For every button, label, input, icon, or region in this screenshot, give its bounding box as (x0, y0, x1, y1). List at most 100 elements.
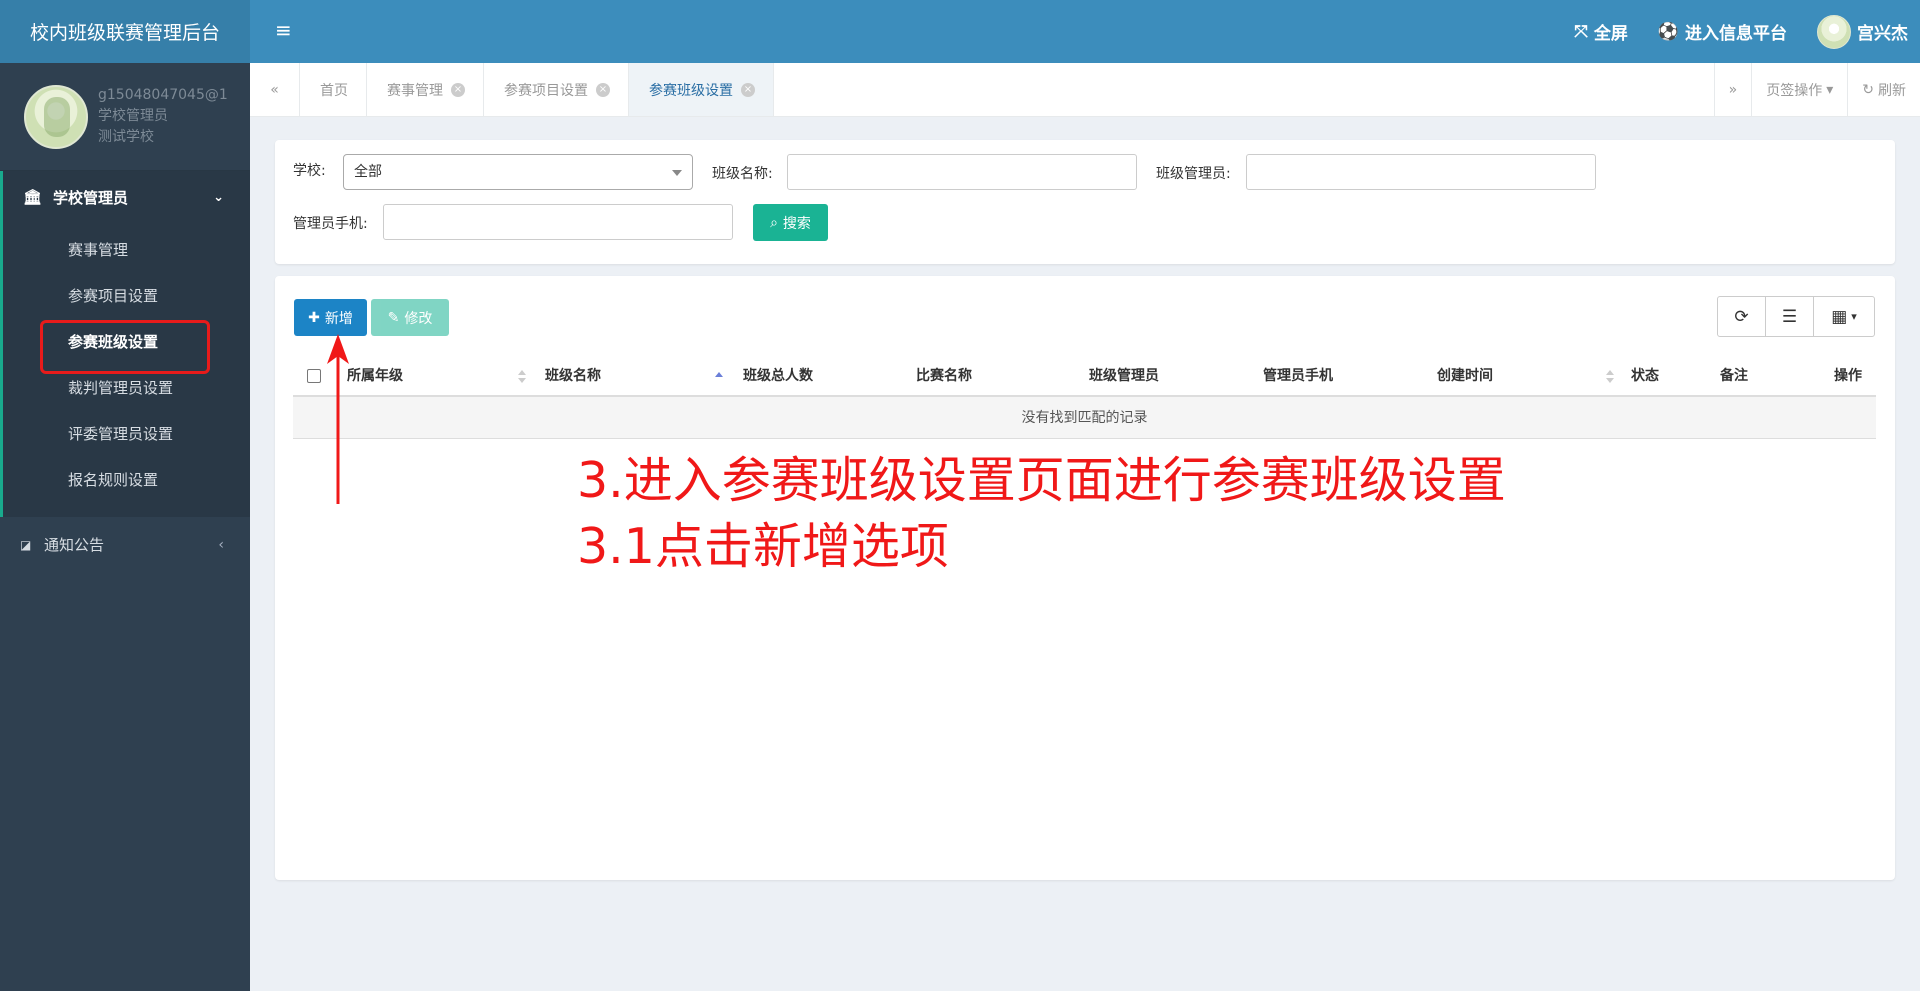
tab-scroll-left-button[interactable]: « (250, 63, 300, 116)
caret-down-icon: ▾ (1826, 81, 1834, 98)
tab-list: 首页 赛事管理 × 参赛项目设置 × 参赛班级设置 × (300, 63, 774, 116)
plus-icon: ✚ (308, 309, 320, 326)
platform-label: 进入信息平台 (1685, 24, 1787, 44)
share-icon: ◪ (20, 537, 32, 552)
bank-icon: 🏛 (23, 188, 43, 206)
menu-group-notices[interactable]: ◪ 通知公告 ‹ (0, 517, 250, 572)
fullscreen-button[interactable]: ⤧ 全屏 (1574, 19, 1628, 45)
annotation-text: 3.进入参赛班级设置页面进行参赛班级设置 3.1点击新增选项 (577, 448, 1506, 580)
search-icon: ⌕ (770, 214, 778, 231)
tab-bar: « 首页 赛事管理 × 参赛项目设置 × 参赛班级设置 × » 页签操作 ▾ ↻ 刷新 (250, 63, 1920, 117)
tab-actions: » 页签操作 ▾ ↻ 刷新 (1713, 63, 1920, 116)
menu-group-school-admin[interactable]: 🏛 学校管理员 ⌄ (0, 171, 250, 223)
soccer-icon: ⚽ (1657, 21, 1679, 42)
col-class-admin: 班级管理员 (1089, 368, 1159, 384)
edit-button-label: 修改 (404, 310, 433, 327)
caret-down-icon (672, 170, 682, 176)
platform-button[interactable]: ⚽ 进入信息平台 (1657, 19, 1787, 45)
sidebar-item-signup-rules[interactable]: 报名规则设置 (3, 457, 250, 503)
double-chevron-right-icon: » (1728, 81, 1738, 98)
menu-toggle-icon[interactable]: ≡ (275, 18, 292, 42)
annotation-line-1: 3.进入参赛班级设置页面进行参赛班级设置 (577, 452, 1506, 509)
annotation-arrow (327, 334, 349, 504)
sidebar: 校内班级联赛管理后台 g15048047045@1 学校管理员 测试学校 🏛 学… (0, 0, 250, 991)
close-icon[interactable]: × (451, 82, 465, 97)
refresh-tab-button[interactable]: ↻ 刷新 (1847, 63, 1920, 116)
sidebar-item-referee-settings[interactable]: 裁判管理员设置 (3, 365, 250, 411)
double-chevron-left-icon: « (270, 81, 279, 98)
tab-event-management[interactable]: 赛事管理 × (367, 63, 484, 116)
col-admin-phone: 管理员手机 (1263, 368, 1333, 384)
edit-button[interactable]: ✎ 修改 (371, 299, 449, 336)
tab-class-settings[interactable]: 参赛班级设置 × (629, 63, 774, 116)
refresh-icon: ↻ (1862, 81, 1874, 98)
admin-phone-label: 管理员手机: (293, 216, 368, 232)
sidebar-item-project-settings[interactable]: 参赛项目设置 (3, 273, 250, 319)
toggle-view-button[interactable]: ☰ (1765, 296, 1814, 337)
user-panel: g15048047045@1 学校管理员 测试学校 (0, 63, 250, 171)
expand-icon: ⤧ (1574, 21, 1588, 42)
tab-home[interactable]: 首页 (300, 63, 367, 116)
add-button[interactable]: ✚ 新增 (294, 299, 367, 336)
tab-ops-dropdown[interactable]: 页签操作 ▾ (1751, 63, 1847, 116)
add-button-label: 新增 (324, 310, 353, 327)
col-status: 状态 (1631, 368, 1659, 384)
school-label: 学校: (293, 163, 326, 179)
col-match-name: 比赛名称 (916, 368, 972, 384)
sort-icon[interactable] (1606, 370, 1614, 384)
sort-asc-icon[interactable] (715, 370, 723, 384)
user-info: g15048047045@1 学校管理员 测试学校 (98, 85, 233, 148)
top-header: ≡ ⤧ 全屏 ⚽ 进入信息平台 宫兴杰 (250, 0, 1920, 63)
brand-title: 校内班级联赛管理后台 (0, 0, 250, 63)
chevron-left-icon: ‹ (218, 536, 224, 553)
col-class-total: 班级总人数 (743, 368, 813, 384)
col-class-name[interactable]: 班级名称 (545, 356, 601, 397)
sidebar-item-event-management[interactable]: 赛事管理 (3, 227, 250, 273)
header-actions: ⤧ 全屏 ⚽ 进入信息平台 宫兴杰 (1574, 0, 1908, 63)
user-menu[interactable]: 宫兴杰 (1817, 14, 1908, 49)
table-header: 所属年级 班级名称 班级总人数 比赛名称 班级管理员 管理员手机 创建时间 状态… (293, 356, 1876, 397)
user-school: 测试学校 (98, 129, 154, 145)
empty-row: 没有找到匹配的记录 (293, 397, 1876, 439)
submenu: 赛事管理 参赛项目设置 参赛班级设置 裁判管理员设置 评委管理员设置 报名规则设… (0, 223, 250, 517)
sort-icon[interactable] (518, 370, 526, 384)
class-admin-label: 班级管理员: (1156, 166, 1231, 182)
refresh-label: 刷新 (1878, 82, 1906, 99)
tab-label: 首页 (320, 82, 348, 99)
close-icon[interactable]: × (596, 82, 610, 97)
table-toolbar: ⟳ ☰ ▦ ▾ (1717, 296, 1875, 337)
annotation-line-2: 3.1点击新增选项 (577, 518, 949, 575)
refresh-icon: ⟳ (1734, 306, 1749, 327)
chevron-down-icon: ⌄ (213, 189, 224, 205)
class-name-input[interactable] (787, 154, 1137, 190)
edit-icon: ✎ (387, 309, 400, 326)
close-icon[interactable]: × (741, 82, 755, 97)
refresh-table-button[interactable]: ⟳ (1717, 296, 1766, 337)
sidebar-item-judge-settings[interactable]: 评委管理员设置 (3, 411, 250, 457)
menu-group-label: 学校管理员 (53, 188, 129, 207)
avatar (1817, 14, 1851, 49)
school-select-value: 全部 (354, 164, 382, 180)
search-button-label: 搜索 (782, 215, 811, 232)
fullscreen-label: 全屏 (1593, 24, 1628, 44)
username: 宫兴杰 (1857, 24, 1908, 44)
sidebar-item-class-settings[interactable]: 参赛班级设置 (3, 319, 250, 374)
grid-icon: ▦ (1831, 306, 1848, 327)
user-role: 学校管理员 (98, 108, 168, 124)
col-actions: 操作 (1834, 368, 1862, 384)
tab-scroll-right-button[interactable]: » (1713, 63, 1752, 116)
sidebar-menu: 🏛 学校管理员 ⌄ 赛事管理 参赛项目设置 参赛班级设置 裁判管理员设置 评委管… (0, 171, 250, 572)
school-select[interactable]: 全部 (343, 154, 693, 190)
search-button[interactable]: ⌕ 搜索 (753, 204, 828, 241)
tab-project-settings[interactable]: 参赛项目设置 × (484, 63, 629, 116)
tab-label: 参赛项目设置 (504, 82, 588, 99)
col-remark: 备注 (1720, 368, 1748, 384)
columns-dropdown-button[interactable]: ▦ ▾ (1813, 296, 1875, 337)
admin-phone-input[interactable] (383, 204, 733, 240)
search-panel: 学校: 全部 班级名称: 班级管理员: 管理员手机: ⌕ 搜索 (275, 140, 1895, 264)
avatar[interactable] (24, 84, 88, 149)
class-admin-input[interactable] (1246, 154, 1596, 190)
col-created-time[interactable]: 创建时间 (1437, 356, 1493, 397)
user-account: g15048047045@1 (98, 87, 228, 103)
menu-group-label: 通知公告 (44, 536, 105, 554)
